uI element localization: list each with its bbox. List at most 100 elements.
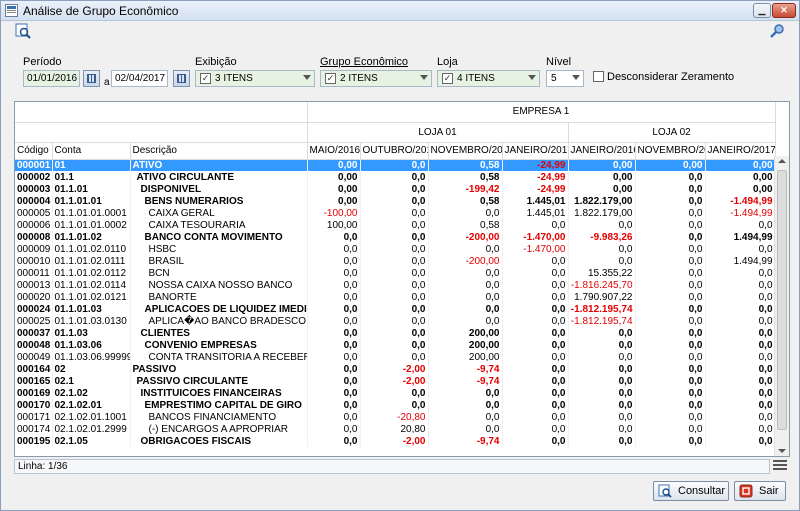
table-cell: 0,0	[428, 387, 503, 399]
table-cell: 1.790.907,22	[568, 291, 636, 303]
table-row[interactable]: 000174 02.1.02.01.2999 (-) ENCARGOS A APRO…	[15, 423, 776, 435]
table-row[interactable]: 000005 01.1.01.01.0001 CAIXA GERAL -100,00 0…	[15, 207, 776, 219]
calendar-icon[interactable]	[83, 70, 100, 87]
table-row[interactable]: 000169 02.1.02 INSTITUICOES FINANCEIRAS 0,0…	[15, 387, 776, 399]
table-row[interactable]: 000165 02.1 PASSIVO CIRCULANTE 0,0 -2,00 -9,7…	[15, 375, 776, 387]
table-row[interactable]: 000049 01.1.03.06.99999 CONTA TRANSITORIA …	[15, 351, 776, 363]
scroll-down-icon[interactable]	[778, 449, 786, 453]
table-cell: 0,0	[568, 423, 636, 435]
table-row[interactable]: 000048 01.1.03.06 CONVENIO EMPRESAS 0,0 0,0 2…	[15, 339, 776, 351]
table-row[interactable]: 000013 01.1.01.02.0114 NOSSA CAIXA NOSSO B…	[15, 279, 776, 291]
menu-icon[interactable]	[773, 460, 787, 472]
date-to-field[interactable]: 02/04/2017	[111, 70, 168, 87]
window-title: Análise de Grupo Econômico	[23, 4, 179, 18]
table-row[interactable]: 000170 02.1.02.01 EMPRESTIMO CAPITAL DE GI…	[15, 399, 776, 411]
table-row[interactable]: 000002 01.1 ATIVO CIRCULANTE 0,00 0,0 0,58 -24…	[15, 171, 776, 183]
table-row[interactable]: 000009 01.1.01.02.0110 HSBC 0,0 0,0 0,0 -1.470…	[15, 243, 776, 255]
column-header[interactable]: JANEIRO/2016	[568, 142, 636, 160]
table-cell: 0,0	[705, 267, 776, 279]
table-cell: 0,0	[635, 351, 706, 363]
close-button[interactable]: ✕	[772, 3, 796, 18]
table-cell: 0,0	[635, 363, 706, 375]
table-row[interactable]: 000020 01.1.01.02.0121 BANORTE 0,0 0,0 0,0 0,0…	[15, 291, 776, 303]
table-cell: 0,0	[705, 423, 776, 435]
table-cell: 000164	[15, 363, 53, 375]
column-header[interactable]: JANEIRO/2017	[705, 142, 776, 160]
table-row[interactable]: 000195 02.1.05 OBRIGACOES FISCAIS 0,0 -2,00-…	[15, 435, 776, 447]
vertical-scrollbar[interactable]	[774, 156, 789, 456]
table-cell: 000195	[15, 435, 53, 447]
table-cell: 0,0	[705, 363, 776, 375]
table-cell: NOSSA CAIXA NOSSO BANCO	[130, 279, 308, 291]
table-cell: 0,0	[360, 399, 429, 411]
table-cell: INSTITUICOES FINANCEIRAS	[130, 387, 308, 399]
table-cell: 000020	[15, 291, 53, 303]
table-cell: 0,0	[635, 375, 706, 387]
table-cell: 0,0	[360, 255, 429, 267]
table-cell: 0,0	[635, 243, 706, 255]
table-cell: 0,0	[307, 363, 361, 375]
table-cell: 0,58	[428, 195, 503, 207]
consultar-button[interactable]: Consultar	[653, 481, 729, 501]
grupo-label[interactable]: Grupo Econômico	[320, 56, 408, 68]
table-cell: 0,0	[428, 303, 503, 315]
table-cell: -199,42	[428, 183, 503, 195]
view-icon[interactable]	[15, 23, 31, 39]
table-cell: BENS NUMERARIOS	[130, 195, 308, 207]
table-cell: 000024	[15, 303, 53, 315]
table-row[interactable]: 000164 02 PASSIVO 0,0 -2,00 -9,74 0,0 0,0 0,0 0,0	[15, 363, 776, 375]
table-row[interactable]: 000006 01.1.01.01.0002 CAIXA TESOURARIA 100…	[15, 219, 776, 231]
table-row[interactable]: 000037 01.1.03 CLIENTES 0,0 0,0 200,00 0,0 0,0 0…	[15, 327, 776, 339]
table-row[interactable]: 000171 02.1.02.01.1001 BANCOS FINANCIAMENT…	[15, 411, 776, 423]
table-cell: 0,0	[635, 255, 706, 267]
table-cell: 0,0	[568, 411, 636, 423]
column-header[interactable]: Código	[15, 142, 53, 160]
table-row[interactable]: 000010 01.1.01.02.0111 BRASIL 0,0 0,0 -200,00…	[15, 255, 776, 267]
calendar-icon[interactable]	[173, 70, 190, 87]
chevron-down-icon	[572, 75, 580, 80]
table-cell: 0,0	[568, 435, 636, 447]
column-header[interactable]: NOVEMBRO/2016	[635, 142, 706, 160]
table-cell: 0,0	[705, 327, 776, 339]
grupo-dropdown[interactable]: ✓ 2 ITENS	[320, 70, 432, 87]
table-cell: 0,0	[635, 279, 706, 291]
sair-button[interactable]: Sair	[734, 481, 786, 501]
table-row[interactable]: 000003 01.1.01 DISPONIVEL 0,00 0,0 -199,42 -24…	[15, 183, 776, 195]
table-row[interactable]: 000008 01.1.01.02 BANCO CONTA MOVIMENTO 0,0…	[15, 231, 776, 243]
loja-label: Loja	[437, 56, 458, 68]
table-cell: 1.494,99	[705, 255, 776, 267]
minimize-button[interactable]: ▁	[753, 3, 771, 18]
loja-dropdown[interactable]: ✓ 4 ITENS	[437, 70, 540, 87]
table-cell: 01.1.01.01.0002	[52, 219, 131, 231]
column-header[interactable]: MAIO/2016	[307, 142, 361, 160]
column-header[interactable]: OUTUBRO/2016	[360, 142, 429, 160]
nivel-dropdown[interactable]: 5	[546, 70, 584, 87]
table-row[interactable]: 000024 01.1.01.03 APLICACOES DE LIQUIDEZ I…	[15, 303, 776, 315]
table-row[interactable]: 000004 01.1.01.01 BENS NUMERARIOS 0,00 0,0 0,…	[15, 195, 776, 207]
column-header[interactable]: NOVEMBRO/2016	[428, 142, 503, 160]
scroll-thumb[interactable]	[777, 170, 787, 430]
table-cell: APLICA�AO BANCO BRADESCO	[130, 315, 308, 327]
table-cell: 0,00	[568, 183, 636, 195]
table-cell: 01.1.01	[52, 183, 131, 195]
column-header[interactable]: Descrição	[130, 142, 308, 160]
table-cell: -9,74	[428, 363, 503, 375]
date-from-field[interactable]: 01/01/2016	[23, 70, 80, 87]
table-cell: 0,0	[502, 291, 569, 303]
table-cell: 0,0	[568, 399, 636, 411]
data-grid[interactable]: EMPRESA 1 LOJA 01 LOJA 02 Código Conta Des…	[14, 101, 790, 457]
app-icon	[5, 4, 18, 17]
table-cell: 0,00	[307, 171, 361, 183]
exibicao-dropdown[interactable]: ✓ 3 ITENS	[195, 70, 315, 87]
column-header[interactable]: Conta	[52, 142, 131, 160]
table-row[interactable]: 000001 01 ATIVO 0,00 0,0 0,58 -24,99 0,00 0,00 0,…	[15, 159, 776, 171]
desconsiderar-checkbox[interactable]	[593, 71, 604, 82]
table-row[interactable]: 000011 01.1.01.02.0112 BCN 0,0 0,0 0,0 0,0 15.3…	[15, 267, 776, 279]
table-row[interactable]: 000025 01.1.01.03.0130 APLICA�AO BANCO BRA…	[15, 315, 776, 327]
table-cell: 0,0	[502, 315, 569, 327]
table-cell: ATIVO CIRCULANTE	[130, 171, 308, 183]
column-header[interactable]: JANEIRO/2017	[502, 142, 569, 160]
search-icon[interactable]	[769, 23, 785, 39]
scroll-up-icon[interactable]	[778, 159, 786, 163]
table-cell: 000169	[15, 387, 53, 399]
